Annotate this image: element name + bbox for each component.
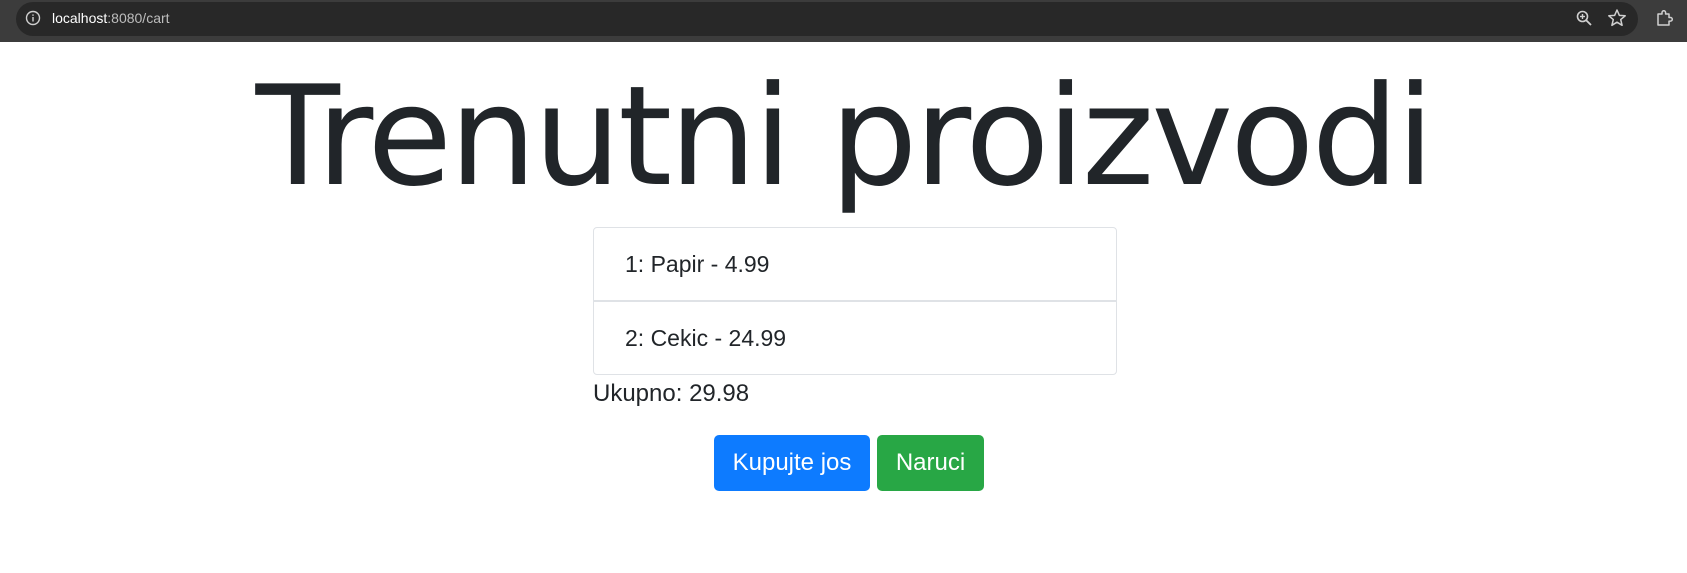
cart-item-list: 1: Papir - 4.99 2: Cekic - 24.99 — [593, 227, 1117, 375]
list-item: 2: Cekic - 24.99 — [593, 301, 1117, 375]
total-label: Ukupno: — [593, 380, 690, 407]
list-item: 1: Papir - 4.99 — [593, 227, 1117, 301]
continue-shopping-button[interactable]: Kupujte jos — [714, 435, 870, 491]
info-icon[interactable] — [25, 10, 41, 26]
url-host: localhost — [52, 10, 108, 26]
cart-total: Ukupno: 29.98 — [593, 379, 749, 409]
total-value: 29.98 — [689, 380, 750, 407]
extensions-icon[interactable] — [1655, 8, 1675, 28]
url-path: :8080/cart — [107, 10, 170, 26]
order-button[interactable]: Naruci — [877, 435, 984, 491]
zoom-icon[interactable] — [1575, 9, 1593, 27]
address-bar[interactable] — [16, 2, 1638, 36]
star-icon[interactable] — [1607, 8, 1627, 28]
url-text[interactable]: localhost:8080/cart — [52, 9, 170, 27]
browser-toolbar: localhost:8080/cart — [0, 0, 1687, 42]
page-title: Trenutni proizvodi — [255, 56, 1435, 217]
